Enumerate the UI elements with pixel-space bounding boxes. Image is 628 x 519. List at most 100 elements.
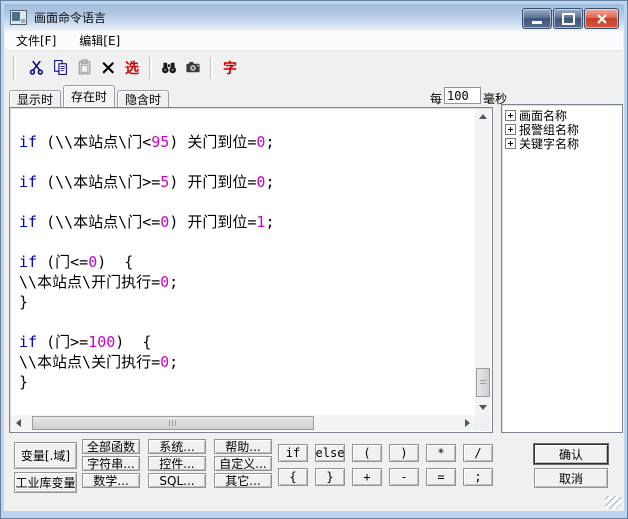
tree-item-label[interactable]: 关键字名称 — [519, 135, 579, 152]
minimize-button[interactable] — [522, 8, 552, 29]
paste-button[interactable] — [72, 56, 96, 80]
copy-icon — [53, 60, 67, 75]
code-keyword: if — [19, 133, 38, 151]
operator-button[interactable]: ( — [352, 444, 382, 462]
menu-bar: 文件[F] 编辑[E] — [5, 31, 623, 51]
operator-button-grid: if else () * / {} + - =; — [278, 444, 493, 486]
ok-button[interactable]: 确认 — [534, 444, 608, 464]
minimize-icon — [532, 20, 542, 24]
code-text: \\本站点\关门执行= — [19, 353, 161, 371]
code-text: \\本站点\开门执行= — [19, 273, 161, 291]
tree-expand-icon[interactable] — [505, 137, 516, 149]
operator-button[interactable]: ) — [389, 444, 419, 462]
tree-expand-icon[interactable] — [505, 123, 516, 135]
code-text: } — [19, 373, 29, 391]
font-button[interactable]: 字 — [218, 56, 242, 80]
copy-button[interactable] — [48, 56, 72, 80]
operator-button[interactable]: ; — [463, 468, 493, 486]
code-keyword: if — [19, 253, 38, 271]
arrow-left-icon — [16, 419, 21, 427]
vertical-scroll-thumb[interactable] — [476, 368, 490, 397]
function-button[interactable]: 帮助... — [214, 439, 272, 454]
operator-button[interactable]: / — [463, 444, 493, 462]
code-number: 0 — [88, 253, 98, 271]
operator-button[interactable]: - — [389, 468, 419, 486]
code-text: } — [19, 293, 29, 311]
code-text: (门>= — [37, 333, 89, 351]
code-text: (门<= — [37, 253, 89, 271]
scroll-left-button[interactable] — [11, 415, 26, 431]
delete-x-icon — [101, 61, 114, 74]
operator-button[interactable]: = — [426, 468, 456, 486]
code-line: if (\\本站点\门<=0) 开门到位=1; — [19, 212, 475, 232]
cut-button[interactable] — [24, 56, 48, 80]
operator-button[interactable]: { — [278, 468, 308, 486]
horizontal-scroll-thumb[interactable] — [32, 416, 314, 430]
interval-input[interactable] — [444, 87, 481, 104]
horizontal-scrollbar[interactable] — [11, 415, 475, 431]
maximize-icon — [561, 12, 575, 25]
function-button[interactable]: 自定义... — [214, 456, 272, 471]
select-text-button[interactable]: 选 — [120, 56, 144, 80]
menu-edit[interactable]: 编辑[E] — [77, 31, 122, 50]
code-text: ; — [265, 213, 275, 231]
code-keyword: if — [19, 213, 38, 231]
code-line: } — [19, 372, 475, 392]
scroll-up-button[interactable] — [475, 109, 491, 124]
code-number: 5 — [160, 173, 170, 191]
menu-file[interactable]: 文件[F] — [14, 31, 58, 50]
function-button[interactable]: 控件... — [148, 456, 206, 471]
toolbar-separator — [149, 56, 152, 79]
function-button[interactable]: 数学... — [82, 473, 140, 488]
industrial-library-variable-button[interactable]: 工业库变量 — [14, 472, 77, 493]
code-text: (\\本站点\门>= — [37, 173, 161, 191]
find-binoculars-icon — [161, 62, 177, 74]
function-button[interactable]: 系统... — [148, 439, 206, 454]
code-content[interactable]: if (\\本站点\门<95) 关门到位=0; if (\\本站点\门>=5) … — [12, 110, 475, 415]
function-button[interactable]: 全部函数 — [82, 439, 140, 454]
snapshot-button[interactable] — [181, 56, 205, 80]
paste-icon — [78, 59, 90, 75]
code-text: (\\本站点\门<= — [37, 213, 161, 231]
code-text: ) 开门到位= — [169, 213, 257, 231]
cancel-button[interactable]: 取消 — [534, 468, 608, 488]
code-line: \\本站点\关门执行=0; — [19, 352, 475, 372]
operator-button[interactable]: + — [352, 468, 382, 486]
toolbar-band-divider — [13, 55, 16, 80]
arrow-right-icon — [465, 419, 470, 427]
tree-item[interactable]: 关键字名称 — [504, 135, 620, 152]
tab-while-exists[interactable]: 存在时 — [63, 85, 116, 107]
code-number: 100 — [88, 333, 116, 351]
function-button[interactable]: SQL... — [148, 473, 206, 488]
resize-grip[interactable] — [605, 496, 621, 509]
operator-button[interactable]: else — [315, 444, 345, 462]
tab-on-hide[interactable]: 隐含时 — [117, 90, 170, 107]
script-editor: if (\\本站点\门<95) 关门到位=0; if (\\本站点\门>=5) … — [9, 107, 493, 433]
code-text: ) 开门到位= — [169, 173, 257, 191]
delete-button[interactable] — [96, 56, 120, 80]
scroll-right-button[interactable] — [460, 415, 475, 431]
close-button[interactable] — [584, 8, 619, 29]
find-button[interactable] — [157, 56, 181, 80]
maximize-button[interactable] — [553, 8, 583, 29]
code-number: 0 — [160, 273, 170, 291]
scroll-down-button[interactable] — [475, 400, 491, 415]
function-button[interactable]: 字符串... — [82, 456, 140, 471]
toolbar: 选 字 — [5, 51, 623, 84]
operator-button[interactable]: if — [278, 444, 308, 462]
tree-expand-icon[interactable] — [505, 109, 516, 121]
variable-field-button[interactable]: 变量[.域] — [14, 442, 77, 469]
window-title: 画面命令语言 — [34, 10, 107, 25]
code-number: 0 — [160, 353, 170, 371]
function-button[interactable]: 其它... — [214, 473, 272, 488]
code-line: if (\\本站点\门<95) 关门到位=0; — [19, 132, 475, 152]
operator-button[interactable]: } — [315, 468, 345, 486]
tab-on-show[interactable]: 显示时 — [9, 90, 62, 107]
operator-button[interactable]: * — [426, 444, 456, 462]
screen-command-language-window: 画面命令语言 文件[F] 编辑[E] 选 字 显示时 存在时 隐含时 每 100… — [0, 0, 628, 519]
vertical-scrollbar[interactable] — [475, 109, 491, 415]
code-text: ) { — [97, 253, 134, 271]
app-icon — [10, 9, 27, 25]
